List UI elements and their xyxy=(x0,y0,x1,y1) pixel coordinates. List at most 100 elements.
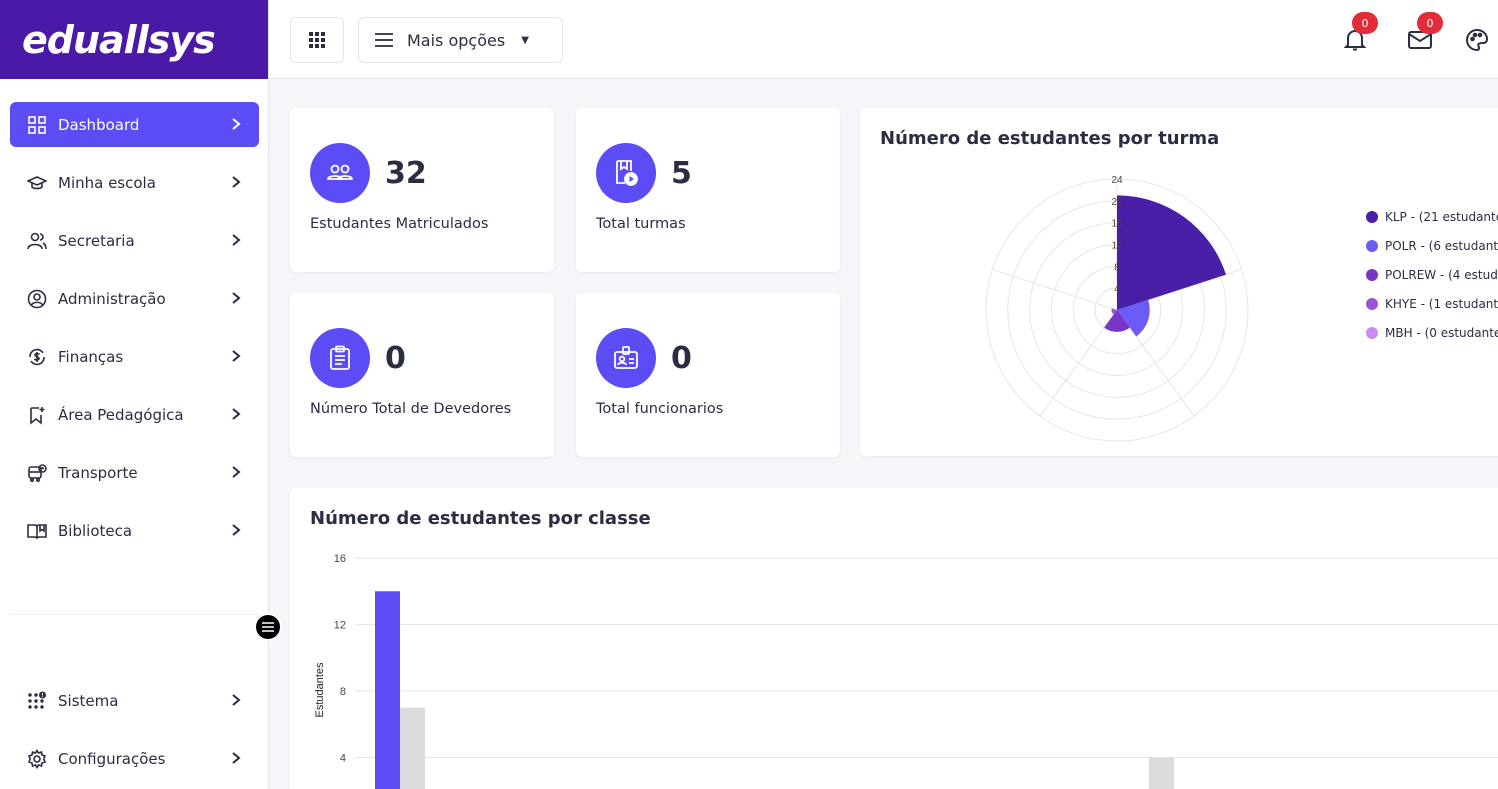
y-tick-label: 8 xyxy=(340,686,346,698)
stat-card-classes: 5 Total turmas xyxy=(576,108,840,272)
sidebar-item-minha-escola[interactable]: Minha escola xyxy=(10,160,259,205)
polar-area-chart: 4 8 12 16 20 24 xyxy=(985,175,1249,442)
bar[interactable] xyxy=(400,707,425,789)
chevron-right-icon xyxy=(232,466,241,478)
sidebar-item-secretaria[interactable]: Secretaria xyxy=(10,218,259,263)
more-options-label: Mais opções xyxy=(407,30,506,50)
chart-legend: KLP - (21 estudantes POLR - (6 estudante… xyxy=(1366,202,1498,347)
sidebar-item-label: Secretaria xyxy=(58,231,135,250)
sidebar-item-label: Área Pedagógica xyxy=(58,405,184,424)
chevron-right-icon xyxy=(232,408,241,420)
legend-item[interactable]: KLP - (21 estudantes xyxy=(1366,202,1498,231)
sidebar-item-label: Administração xyxy=(58,289,166,308)
legend-item[interactable]: MBH - (0 estudantes xyxy=(1366,318,1498,347)
sidebar-item-label: Sistema xyxy=(58,691,119,710)
legend-item[interactable]: POLREW - (4 estuda xyxy=(1366,260,1498,289)
sidebar-divider xyxy=(10,614,260,615)
class-play-icon xyxy=(596,143,656,203)
theme-button[interactable] xyxy=(1464,27,1490,53)
notifications-button[interactable]: 0 xyxy=(1342,12,1378,53)
y-axis-label: Estudantes xyxy=(314,662,326,718)
stat-label: Número Total de Devedores xyxy=(310,401,512,417)
apps-grid-icon xyxy=(309,32,325,48)
y-tick-label: 16 xyxy=(334,553,346,565)
chevron-right-icon xyxy=(232,752,241,764)
stat-value: 5 xyxy=(671,156,692,191)
sidebar-item-label: Configurações xyxy=(58,749,166,768)
stat-card-students: 32 Estudantes Matriculados xyxy=(290,108,554,272)
logo-text: eduallsys xyxy=(22,17,216,62)
sidebar-item-label: Dashboard xyxy=(58,115,140,134)
legend-item[interactable]: KHYE - (1 estudantes xyxy=(1366,289,1498,318)
chevron-right-icon xyxy=(232,350,241,362)
students-per-class-group-card: Número de estudantes por turma 4 8 12 16 20 2… xyxy=(860,108,1498,456)
legend-label: MBH - (0 estudantes xyxy=(1385,325,1498,340)
chevron-right-icon xyxy=(232,118,241,130)
chevron-right-icon xyxy=(232,234,241,246)
book-open-icon xyxy=(26,520,48,542)
apps-grid-button[interactable] xyxy=(290,17,344,63)
radial-tick-label: 12 xyxy=(1111,241,1123,252)
messages-button[interactable]: 0 xyxy=(1407,12,1443,53)
y-tick-label: 4 xyxy=(340,753,346,765)
id-badge-icon xyxy=(596,328,656,388)
sidebar-item-configuracoes[interactable]: Configurações xyxy=(10,736,259,781)
sidebar-item-label: Finanças xyxy=(58,347,124,366)
sidebar-toggle-button[interactable] xyxy=(254,613,282,641)
stat-card-debtors: 0 Número Total de Devedores xyxy=(290,293,554,457)
stat-label: Estudantes Matriculados xyxy=(310,216,489,232)
stat-label: Total turmas xyxy=(596,216,686,232)
legend-label: POLREW - (4 estuda xyxy=(1385,267,1498,282)
legend-item[interactable]: POLR - (6 estudantes xyxy=(1366,231,1498,260)
chevron-right-icon xyxy=(232,292,241,304)
messages-badge: 0 xyxy=(1417,12,1443,34)
y-tick-label: 12 xyxy=(334,620,346,632)
radial-tick-label: 24 xyxy=(1111,175,1123,186)
palette-icon xyxy=(1466,28,1489,52)
graduation-cap-icon xyxy=(26,172,48,194)
stat-value: 0 xyxy=(385,341,406,376)
bus-icon xyxy=(26,462,48,484)
legend-swatch xyxy=(1366,239,1378,252)
sidebar-item-administracao[interactable]: Administração xyxy=(10,276,259,321)
sidebar: eduallsys Dashboard Minha escola Secreta… xyxy=(0,0,269,789)
sidebar-item-label: Transporte xyxy=(58,463,138,482)
radial-tick-label: 8 xyxy=(1114,262,1120,273)
students-per-grade-card: Número de estudantes por classe 4 8 12 16 Es… xyxy=(290,488,1498,789)
clipboard-icon xyxy=(310,328,370,388)
chevron-right-icon xyxy=(232,694,241,706)
more-options-dropdown[interactable]: Mais opções ▼ xyxy=(358,17,563,63)
dollar-refresh-icon xyxy=(26,346,48,368)
bar[interactable] xyxy=(1149,757,1174,789)
menu-icon xyxy=(262,622,274,632)
sidebar-item-area-pedagogica[interactable]: Área Pedagógica xyxy=(10,392,259,437)
stat-value: 32 xyxy=(385,156,427,191)
sidebar-item-biblioteca[interactable]: Biblioteca xyxy=(10,508,259,553)
topbar: Mais opções ▼ 0 0 xyxy=(269,0,1498,79)
brand-logo[interactable]: eduallsys xyxy=(0,0,268,79)
sidebar-item-financas[interactable]: Finanças xyxy=(10,334,259,379)
users-icon xyxy=(26,230,48,252)
user-circle-icon xyxy=(26,288,48,310)
sidebar-item-sistema[interactable]: Sistema xyxy=(10,678,259,723)
stat-value: 0 xyxy=(671,341,692,376)
stat-label: Total funcionarios xyxy=(596,401,724,417)
notifications-badge: 0 xyxy=(1352,12,1378,34)
legend-swatch xyxy=(1366,297,1378,310)
sidebar-item-dashboard[interactable]: Dashboard xyxy=(10,102,259,147)
angle-line xyxy=(992,269,1118,311)
bar[interactable] xyxy=(375,591,400,789)
sidebar-item-label: Minha escola xyxy=(58,173,156,192)
legend-swatch xyxy=(1366,210,1378,223)
students-icon xyxy=(310,143,370,203)
legend-swatch xyxy=(1366,326,1378,339)
gear-icon xyxy=(26,748,48,770)
legend-label: KHYE - (1 estudantes xyxy=(1385,296,1498,311)
legend-label: KLP - (21 estudantes xyxy=(1385,209,1498,224)
legend-swatch xyxy=(1366,268,1378,281)
sidebar-item-transporte[interactable]: Transporte xyxy=(10,450,259,495)
apps-alert-icon xyxy=(26,690,48,712)
hamburger-icon xyxy=(375,33,393,47)
radial-tick-label: 4 xyxy=(1114,284,1120,295)
radial-tick-label: 16 xyxy=(1111,219,1123,230)
